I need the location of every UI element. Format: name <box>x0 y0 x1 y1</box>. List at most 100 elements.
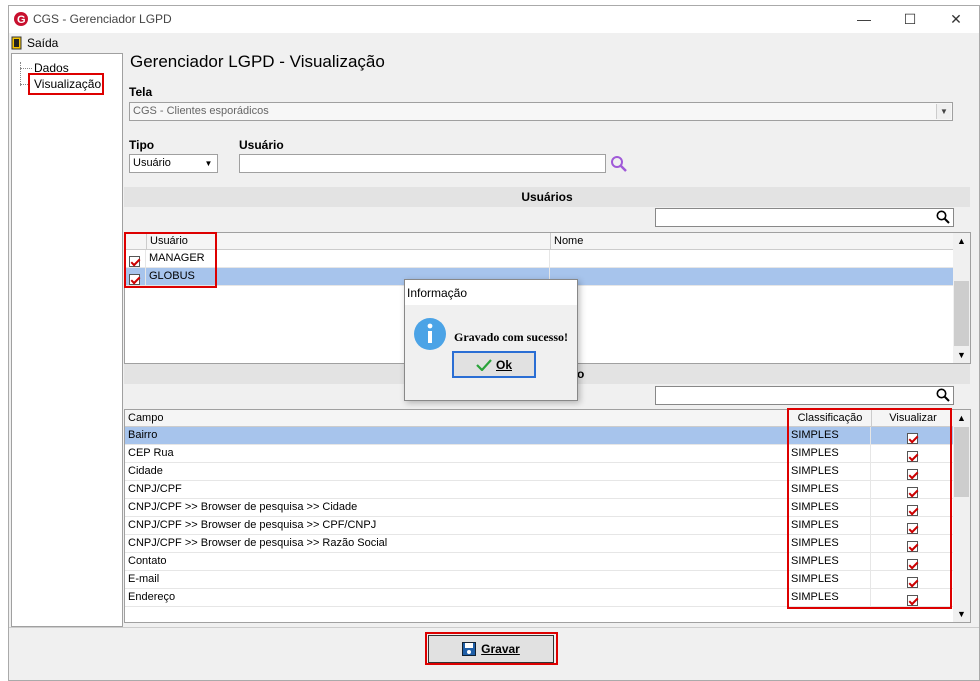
scroll-down-icon[interactable]: ▼ <box>957 350 966 360</box>
table-row[interactable]: CNPJ/CPF SIMPLES <box>125 481 954 499</box>
fields-filter-input[interactable] <box>655 386 954 405</box>
campo-cell: Contato <box>125 553 788 571</box>
classificacao-cell: SIMPLES <box>788 445 871 463</box>
ok-button[interactable]: Ok <box>452 351 536 378</box>
users-col-usuario[interactable]: Usuário <box>146 233 550 250</box>
classificacao-cell: SIMPLES <box>788 427 871 445</box>
ok-button-label: Ok <box>495 357 512 372</box>
classificacao-cell: SIMPLES <box>788 571 871 589</box>
visualizar-checkbox[interactable] <box>871 463 954 481</box>
visualizar-checkbox[interactable] <box>871 553 954 571</box>
campo-cell: CEP Rua <box>125 445 788 463</box>
window-title: CGS - Gerenciador LGPD <box>33 12 172 26</box>
door-exit-icon <box>11 36 22 50</box>
fields-scrollbar[interactable]: ▲ ▼ <box>953 410 970 622</box>
usuario-label: Usuário <box>239 138 284 152</box>
search-icon[interactable] <box>610 155 628 173</box>
app-window: G CGS - Gerenciador LGPD — ☐ ✕ Saída Dad… <box>8 5 980 681</box>
visualizar-checkbox[interactable] <box>871 571 954 589</box>
navigation-tree: Dados Visualização <box>11 53 123 627</box>
visualizar-checkbox[interactable] <box>871 517 954 535</box>
chevron-down-icon: ▼ <box>936 104 951 119</box>
svg-text:G: G <box>17 14 26 26</box>
magnifier-icon[interactable] <box>936 210 950 224</box>
table-row[interactable]: CNPJ/CPF >> Browser de pesquisa >> Razão… <box>125 535 954 553</box>
campo-cell: CNPJ/CPF <box>125 481 788 499</box>
table-row[interactable]: Bairro SIMPLES <box>125 427 954 445</box>
table-row[interactable]: Endereço SIMPLES <box>125 589 954 607</box>
classificacao-cell: SIMPLES <box>788 589 871 607</box>
user-cell: MANAGER <box>146 250 550 268</box>
classificacao-cell: SIMPLES <box>788 517 871 535</box>
tipo-select-value: Usuário <box>133 157 171 169</box>
visualizar-checkbox[interactable] <box>871 499 954 517</box>
usuario-input[interactable] <box>239 154 606 173</box>
scroll-up-icon[interactable]: ▲ <box>957 236 966 246</box>
tree-item-visualizacao[interactable]: Visualização <box>32 77 103 91</box>
app-logo-icon: G <box>14 12 28 26</box>
scroll-down-icon[interactable]: ▼ <box>957 609 966 619</box>
classificacao-cell: SIMPLES <box>788 481 871 499</box>
row-checkbox[interactable] <box>125 268 146 286</box>
table-row[interactable]: MANAGER <box>125 250 954 268</box>
info-icon <box>414 318 446 350</box>
fields-col-classificacao[interactable]: Classificação <box>788 410 871 427</box>
scroll-thumb[interactable] <box>954 281 969 346</box>
campo-cell: Cidade <box>125 463 788 481</box>
classificacao-cell: SIMPLES <box>788 553 871 571</box>
fields-col-visualizar[interactable]: Visualizar <box>871 410 954 427</box>
info-dialog: Informação Gravado com sucesso! Ok <box>404 279 578 401</box>
table-row[interactable]: CNPJ/CPF >> Browser de pesquisa >> CPF/C… <box>125 517 954 535</box>
checkmark-icon <box>476 358 492 371</box>
table-row[interactable]: CEP Rua SIMPLES <box>125 445 954 463</box>
row-checkbox[interactable] <box>125 250 146 268</box>
tela-select-value: CGS - Clientes esporádicos <box>133 105 269 117</box>
save-button-label: Gravar <box>481 642 520 656</box>
tipo-select[interactable]: Usuário ▼ <box>129 154 218 173</box>
table-row[interactable]: Cidade SIMPLES <box>125 463 954 481</box>
visualizar-checkbox[interactable] <box>871 427 954 445</box>
chevron-down-icon: ▼ <box>201 156 216 171</box>
visualizar-checkbox[interactable] <box>871 589 954 607</box>
exit-menu-label: Saída <box>27 36 59 50</box>
campo-cell: E-mail <box>125 571 788 589</box>
save-button[interactable]: Gravar <box>428 635 554 663</box>
maximize-button[interactable]: ☐ <box>887 6 933 33</box>
campo-cell: Endereço <box>125 589 788 607</box>
fields-grid: Campo Classificação Visualizar Bairro SIM… <box>124 409 971 623</box>
fields-col-campo[interactable]: Campo <box>125 410 788 427</box>
close-button[interactable]: ✕ <box>933 6 979 33</box>
visualizar-checkbox[interactable] <box>871 535 954 553</box>
magnifier-icon[interactable] <box>936 388 950 402</box>
name-cell <box>550 268 954 286</box>
users-section-header: Usuários <box>124 187 970 207</box>
dialog-message: Gravado com sucesso! <box>454 330 568 344</box>
users-filter-input[interactable] <box>655 208 954 227</box>
users-check-header <box>125 233 146 250</box>
tree-item-dados[interactable]: Dados <box>34 61 69 75</box>
tela-select[interactable]: CGS - Clientes esporádicos ▼ <box>129 102 953 121</box>
visualizar-checkbox[interactable] <box>871 445 954 463</box>
table-row[interactable]: CNPJ/CPF >> Browser de pesquisa >> Cidad… <box>125 499 954 517</box>
tipo-label: Tipo <box>129 138 155 152</box>
users-scrollbar[interactable]: ▲ ▼ <box>953 233 970 363</box>
campo-cell: CNPJ/CPF >> Browser de pesquisa >> Razão… <box>125 535 788 553</box>
classificacao-cell: SIMPLES <box>788 535 871 553</box>
tela-label: Tela <box>129 85 153 99</box>
minimize-button[interactable]: — <box>841 6 887 33</box>
exit-menu-item[interactable]: Saída <box>11 35 58 51</box>
visualizar-checkbox[interactable] <box>871 481 954 499</box>
title-bar: G CGS - Gerenciador LGPD — ☐ ✕ <box>9 6 979 33</box>
table-row[interactable]: E-mail SIMPLES <box>125 571 954 589</box>
floppy-disk-icon <box>462 642 477 656</box>
campo-cell: CNPJ/CPF >> Browser de pesquisa >> Cidad… <box>125 499 788 517</box>
name-cell <box>550 250 954 268</box>
page-title: Gerenciador LGPD - Visualização <box>130 52 385 71</box>
users-col-nome[interactable]: Nome <box>550 233 954 250</box>
scroll-thumb[interactable] <box>954 427 969 497</box>
scroll-up-icon[interactable]: ▲ <box>957 413 966 423</box>
campo-cell: CNPJ/CPF >> Browser de pesquisa >> CPF/C… <box>125 517 788 535</box>
campo-cell: Bairro <box>125 427 788 445</box>
table-row[interactable]: Contato SIMPLES <box>125 553 954 571</box>
menu-bar: Saída <box>9 33 979 53</box>
